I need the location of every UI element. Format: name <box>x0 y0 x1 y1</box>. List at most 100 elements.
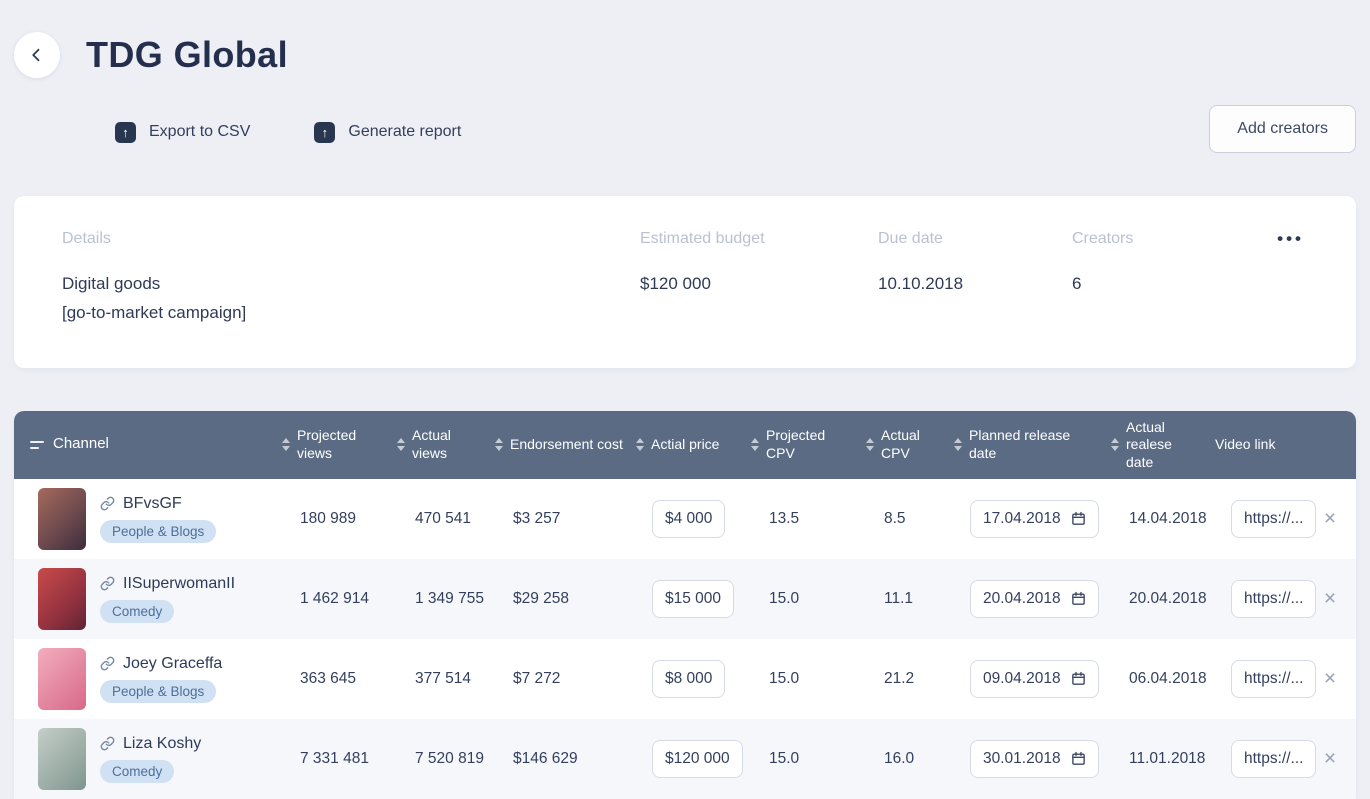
actial-price-input[interactable]: $120 000 <box>652 740 743 778</box>
projected-cpv-value: 13.5 <box>743 510 858 528</box>
back-button[interactable] <box>14 32 60 78</box>
due-date-value: 10.10.2018 <box>878 270 1072 299</box>
actial-price-cell: $4 000 <box>628 500 743 538</box>
planned-release-date-picker[interactable]: 20.04.2018 <box>970 580 1099 618</box>
table-row: BFvsGF People & Blogs 180 989 470 541 $3… <box>14 479 1356 559</box>
planned-release-date-picker[interactable]: 17.04.2018 <box>970 500 1099 538</box>
channel-name: IISuperwomanII <box>123 575 235 593</box>
details-value: Digital goods [go-to-market campaign] <box>62 270 640 328</box>
column-header-planned-release-date[interactable]: Planned release date <box>946 427 1103 462</box>
sort-arrows-icon[interactable] <box>866 438 874 451</box>
channel-link[interactable]: BFvsGF <box>100 495 182 513</box>
column-label: Endorsement cost <box>510 436 623 454</box>
link-icon <box>100 576 115 591</box>
column-header-actial-price[interactable]: Actial price <box>628 436 743 454</box>
channel-avatar <box>38 568 86 630</box>
sort-arrows-icon[interactable] <box>495 438 503 451</box>
video-link-cell: https://... <box>1207 660 1304 698</box>
planned-release-date-cell: 09.04.2018 <box>946 660 1103 698</box>
details-label: Details <box>62 230 640 248</box>
actial-price-cell: $15 000 <box>628 580 743 618</box>
sort-icon[interactable] <box>30 439 44 451</box>
generate-report-label: Generate report <box>348 123 461 141</box>
sort-arrows-icon[interactable] <box>751 438 759 451</box>
link-icon <box>100 496 115 511</box>
actial-price-input[interactable]: $4 000 <box>652 500 725 538</box>
column-header-actual-cpv[interactable]: Actual CPV <box>858 427 946 462</box>
actial-price-cell: $8 000 <box>628 660 743 698</box>
actual-views-value: 7 520 819 <box>389 750 487 768</box>
planned-release-date-picker[interactable]: 09.04.2018 <box>970 660 1099 698</box>
remove-row-button[interactable]: × <box>1320 504 1340 533</box>
remove-row-button[interactable]: × <box>1320 664 1340 693</box>
export-csv-label: Export to CSV <box>149 123 250 141</box>
endorsement-cost-value: $3 257 <box>487 510 628 528</box>
endorsement-cost-value: $146 629 <box>487 750 628 768</box>
actual-release-date-value: 06.04.2018 <box>1103 670 1207 688</box>
creators-table: Channel Projected views Actual views End… <box>14 411 1356 799</box>
channel-link[interactable]: Liza Koshy <box>100 735 201 753</box>
channel-link[interactable]: Joey Graceffa <box>100 655 222 673</box>
projected-cpv-value: 15.0 <box>743 590 858 608</box>
toolbar: ↑ Export to CSV ↑ Generate report Add cr… <box>115 108 1356 156</box>
column-header-actual-views[interactable]: Actual views <box>389 427 487 462</box>
row-actions-cell: × <box>1304 744 1356 773</box>
column-label: Video link <box>1215 436 1275 454</box>
planned-release-date-value: 09.04.2018 <box>983 670 1061 688</box>
row-actions-cell: × <box>1304 664 1356 693</box>
channel-info: Joey Graceffa People & Blogs <box>100 655 222 703</box>
chevron-left-icon <box>28 46 46 64</box>
channel-name: BFvsGF <box>123 495 182 513</box>
actial-price-input[interactable]: $15 000 <box>652 580 734 618</box>
column-header-actual-release-date[interactable]: Actual realese date <box>1103 419 1207 472</box>
add-creators-button[interactable]: Add creators <box>1209 105 1356 153</box>
channel-link[interactable]: IISuperwomanII <box>100 575 235 593</box>
table-row: IISuperwomanII Comedy 1 462 914 1 349 75… <box>14 559 1356 639</box>
page: TDG Global ↑ Export to CSV ↑ Generate re… <box>0 0 1370 799</box>
column-label: Actual CPV <box>881 427 942 462</box>
export-csv-button[interactable]: ↑ Export to CSV <box>115 122 250 143</box>
creators-value: 6 <box>1072 270 1308 299</box>
planned-release-date-cell: 30.01.2018 <box>946 740 1103 778</box>
column-header-projected-cpv[interactable]: Projected CPV <box>743 427 858 462</box>
calendar-icon <box>1071 751 1086 766</box>
remove-row-button[interactable]: × <box>1320 584 1340 613</box>
actual-views-value: 377 514 <box>389 670 487 688</box>
actial-price-input[interactable]: $8 000 <box>652 660 725 698</box>
report-icon: ↑ <box>314 122 335 143</box>
projected-views-value: 7 331 481 <box>274 750 389 768</box>
sort-arrows-icon[interactable] <box>636 438 644 451</box>
table-header: Channel Projected views Actual views End… <box>14 411 1356 479</box>
table-row: Joey Graceffa People & Blogs 363 645 377… <box>14 639 1356 719</box>
column-header-channel[interactable]: Channel <box>14 435 274 454</box>
row-actions-cell: × <box>1304 504 1356 533</box>
budget-field: Estimated budget $120 000 <box>640 230 878 328</box>
details-line-2: [go-to-market campaign] <box>62 299 640 328</box>
generate-report-button[interactable]: ↑ Generate report <box>314 122 461 143</box>
channel-info: BFvsGF People & Blogs <box>100 495 216 543</box>
planned-release-date-value: 17.04.2018 <box>983 510 1061 528</box>
channel-cell: Liza Koshy Comedy <box>14 728 274 790</box>
sort-arrows-icon[interactable] <box>282 438 290 451</box>
remove-row-button[interactable]: × <box>1320 744 1340 773</box>
channel-name: Joey Graceffa <box>123 655 222 673</box>
topbar: TDG Global <box>14 0 1356 78</box>
projected-cpv-value: 15.0 <box>743 750 858 768</box>
more-options-icon[interactable]: ••• <box>1271 228 1310 250</box>
column-header-projected-views[interactable]: Projected views <box>274 427 389 462</box>
planned-release-date-value: 30.01.2018 <box>983 750 1061 768</box>
actual-cpv-value: 11.1 <box>858 590 946 608</box>
video-link-cell: https://... <box>1207 500 1304 538</box>
page-title: TDG Global <box>86 34 288 76</box>
sort-arrows-icon[interactable] <box>1111 438 1119 451</box>
row-actions-cell: × <box>1304 584 1356 613</box>
due-date-label: Due date <box>878 230 1072 248</box>
column-header-endorsement-cost[interactable]: Endorsement cost <box>487 436 628 454</box>
sort-arrows-icon[interactable] <box>954 438 962 451</box>
calendar-icon <box>1071 511 1086 526</box>
planned-release-date-picker[interactable]: 30.01.2018 <box>970 740 1099 778</box>
column-label: Projected views <box>297 427 385 462</box>
actual-release-date-value: 20.04.2018 <box>1103 590 1207 608</box>
planned-release-date-cell: 20.04.2018 <box>946 580 1103 618</box>
sort-arrows-icon[interactable] <box>397 438 405 451</box>
